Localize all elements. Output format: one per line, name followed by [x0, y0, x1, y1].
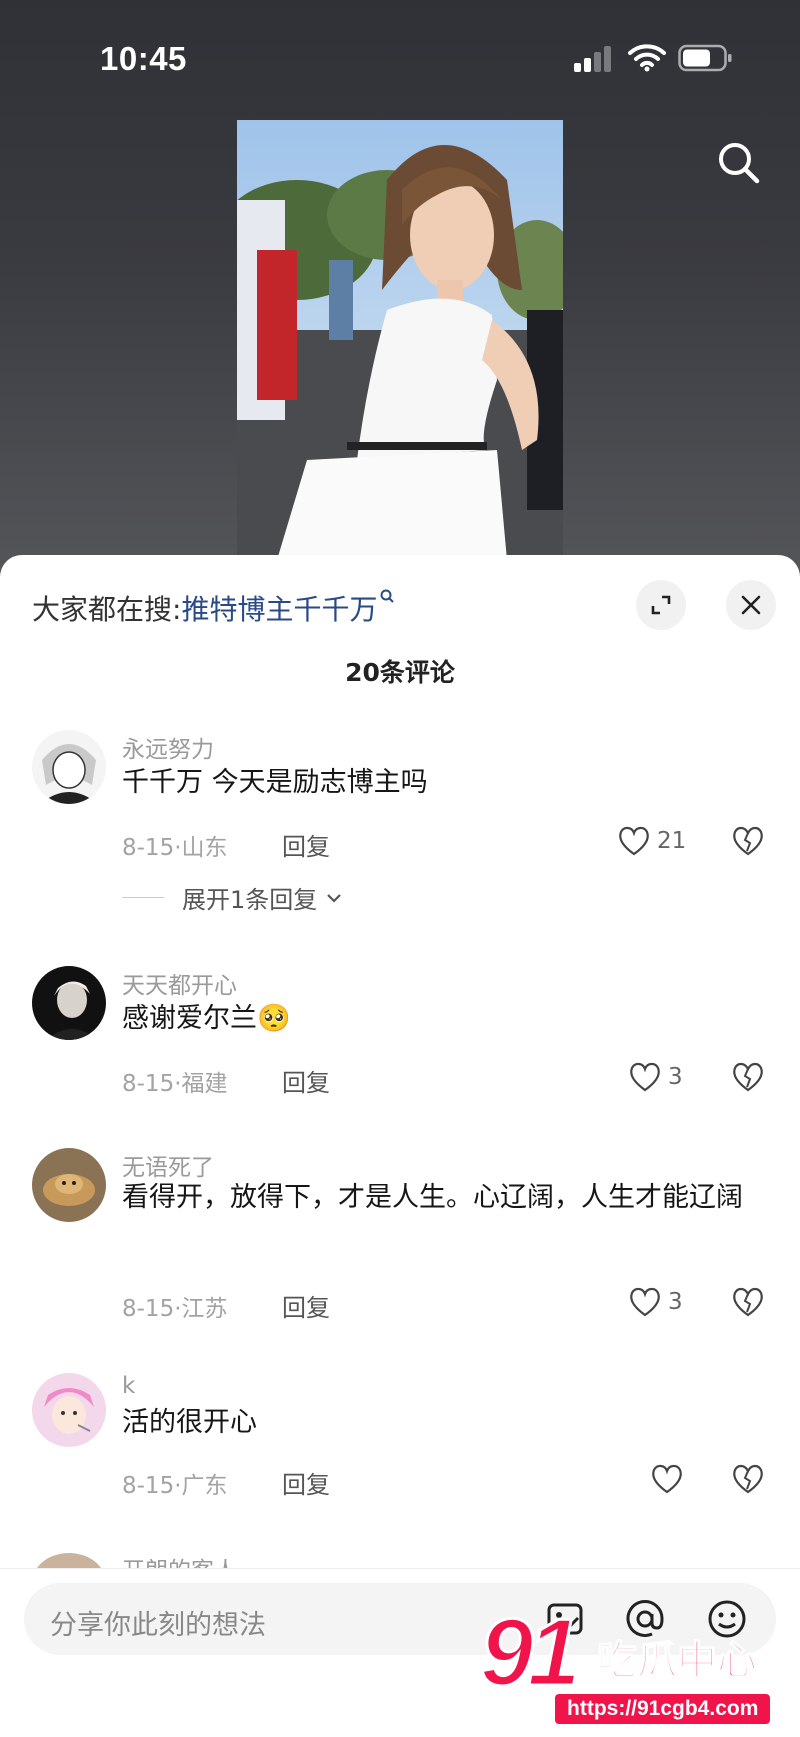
comment-text: 看得开，放得下，才是人生。心辽阔，人生才能辽阔: [122, 1182, 743, 1213]
expand-icon: [651, 595, 671, 615]
avatar[interactable]: [32, 1553, 106, 1569]
comment-input-placeholder: 分享你此刻的想法: [50, 1610, 266, 1641]
reply-button[interactable]: 回复: [282, 827, 330, 862]
broken-heart-icon[interactable]: [730, 823, 766, 859]
comment-username[interactable]: 开朗的客人: [122, 1551, 237, 1569]
like-button[interactable]: 3: [628, 1284, 683, 1320]
status-bar: 10:45: [0, 0, 800, 120]
site-watermark: 91 吃瓜中心 https://91cgb4.com: [475, 1598, 795, 1734]
comment-count: 20条评论: [345, 658, 455, 687]
reply-button[interactable]: 回复: [282, 1063, 330, 1098]
comment-date-location: 8-15·福建: [122, 1071, 228, 1097]
cellular-signal-icon: [574, 44, 614, 72]
reply-button[interactable]: 回复: [282, 1288, 330, 1323]
video-background: 10:45: [0, 0, 800, 580]
heart-icon: [630, 1287, 660, 1317]
watermark-name: 吃瓜中心: [596, 1637, 758, 1685]
avatar[interactable]: [32, 1148, 106, 1222]
comment-date-location: 8-15·广东: [122, 1473, 228, 1499]
comment-username[interactable]: k: [122, 1373, 135, 1399]
heart-icon: [619, 826, 649, 856]
divider-line: [122, 897, 164, 898]
avatar[interactable]: [32, 730, 106, 804]
comment-item: 开朗的客人: [0, 1547, 800, 1569]
avatar[interactable]: [32, 966, 106, 1040]
expand-replies-label: 展开1条回复: [182, 886, 318, 914]
search-icon[interactable]: [714, 138, 764, 188]
hot-search-banner[interactable]: 大家都在搜:推特博主千千万: [32, 588, 395, 628]
woman-selfie-image: [237, 120, 563, 560]
like-button[interactable]: 21: [617, 823, 686, 859]
like-count: 3: [668, 1289, 683, 1315]
comment-date-location: 8-15·山东: [122, 835, 228, 861]
expand-sheet-button[interactable]: [636, 580, 686, 630]
heart-icon: [652, 1464, 682, 1494]
like-button[interactable]: [650, 1461, 684, 1497]
heart-icon: [630, 1062, 660, 1092]
like-button[interactable]: 3: [628, 1059, 683, 1095]
broken-heart-icon[interactable]: [730, 1461, 766, 1497]
comment-date-location: 8-15·江苏: [122, 1296, 228, 1322]
comment-item: 天天都开心 感谢爱尔兰🥺 8-15·福建 回复 3: [0, 966, 800, 1126]
hot-search-prefix: 大家都在搜:: [32, 593, 182, 626]
comment-text: 活的很开心: [122, 1407, 257, 1438]
hot-search-term[interactable]: 推特博主千千万: [181, 593, 377, 626]
comment-text: 感谢爱尔兰🥺: [122, 1003, 291, 1034]
comments-sheet: 大家都在搜:推特博主千千万 20条评论 永远努力 千千万 今天是励志博主吗 8-…: [0, 555, 800, 1736]
broken-heart-icon[interactable]: [730, 1284, 766, 1320]
video-thumbnail[interactable]: [237, 120, 563, 560]
wifi-icon: [628, 44, 666, 72]
like-count: 21: [657, 828, 687, 854]
close-icon: [741, 595, 761, 615]
avatar[interactable]: [32, 1373, 106, 1447]
like-count: 3: [668, 1064, 683, 1090]
comment-item: k 活的很开心 8-15·广东 回复: [0, 1373, 800, 1523]
chevron-down-icon: [327, 893, 342, 903]
close-button[interactable]: [726, 580, 776, 630]
comment-item: 永远努力 千千万 今天是励志博主吗 8-15·山东 回复 21 展开1条回复: [0, 730, 800, 950]
broken-heart-icon[interactable]: [730, 1059, 766, 1095]
comment-text: 千千万 今天是励志博主吗: [122, 767, 428, 798]
watermark-number: 91: [479, 1598, 583, 1708]
small-search-icon: [380, 589, 395, 603]
expand-replies-button[interactable]: 展开1条回复: [122, 880, 345, 915]
reply-button[interactable]: 回复: [282, 1465, 330, 1500]
watermark-url: https://91cgb4.com: [555, 1694, 771, 1724]
status-time: 10:45: [100, 40, 187, 77]
battery-icon: [678, 44, 732, 72]
comment-item: 无语死了 看得开，放得下，才是人生。心辽阔，人生才能辽阔 8-15·江苏 回复 …: [0, 1148, 800, 1348]
